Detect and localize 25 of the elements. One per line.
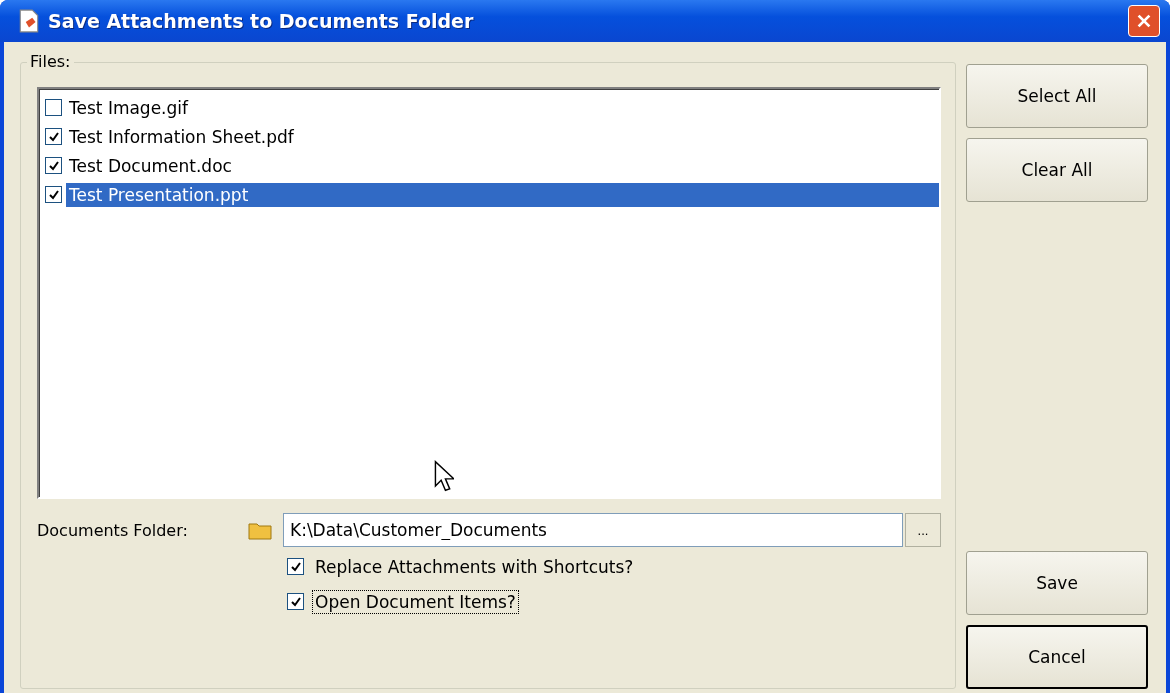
dialog-button[interactable]: Select All: [966, 64, 1148, 128]
dialog-button[interactable]: Save: [966, 551, 1148, 615]
file-item[interactable]: Test Image.gif: [66, 95, 939, 120]
folder-field[interactable]: K:\Data\Customer_Documents: [283, 513, 903, 547]
pointer-icon: [434, 460, 454, 492]
checkbox[interactable]: [287, 558, 304, 575]
checkbox[interactable]: [45, 99, 62, 116]
file-item[interactable]: Test Presentation.ppt: [66, 182, 939, 207]
browse-button[interactable]: ...: [905, 513, 941, 547]
dialog-button[interactable]: Cancel: [966, 625, 1148, 689]
checkbox[interactable]: [45, 157, 62, 174]
option-label[interactable]: Open Document Items?: [312, 589, 519, 614]
close-icon: [1135, 12, 1153, 30]
file-item[interactable]: Test Document.doc: [66, 153, 939, 178]
folder-icon: [247, 520, 273, 540]
checkbox[interactable]: [287, 593, 304, 610]
window-title: Save Attachments to Documents Folder: [48, 10, 475, 32]
close-button[interactable]: [1128, 5, 1160, 37]
checkbox[interactable]: [45, 128, 62, 145]
dialog-button[interactable]: Clear All: [966, 138, 1148, 202]
checkbox[interactable]: [45, 186, 62, 203]
file-item[interactable]: Test Information Sheet.pdf: [66, 124, 939, 149]
field-label: Documents Folder:: [37, 520, 189, 540]
document-icon: [18, 9, 40, 33]
option-label[interactable]: Replace Attachments with Shortcuts?: [312, 554, 637, 579]
